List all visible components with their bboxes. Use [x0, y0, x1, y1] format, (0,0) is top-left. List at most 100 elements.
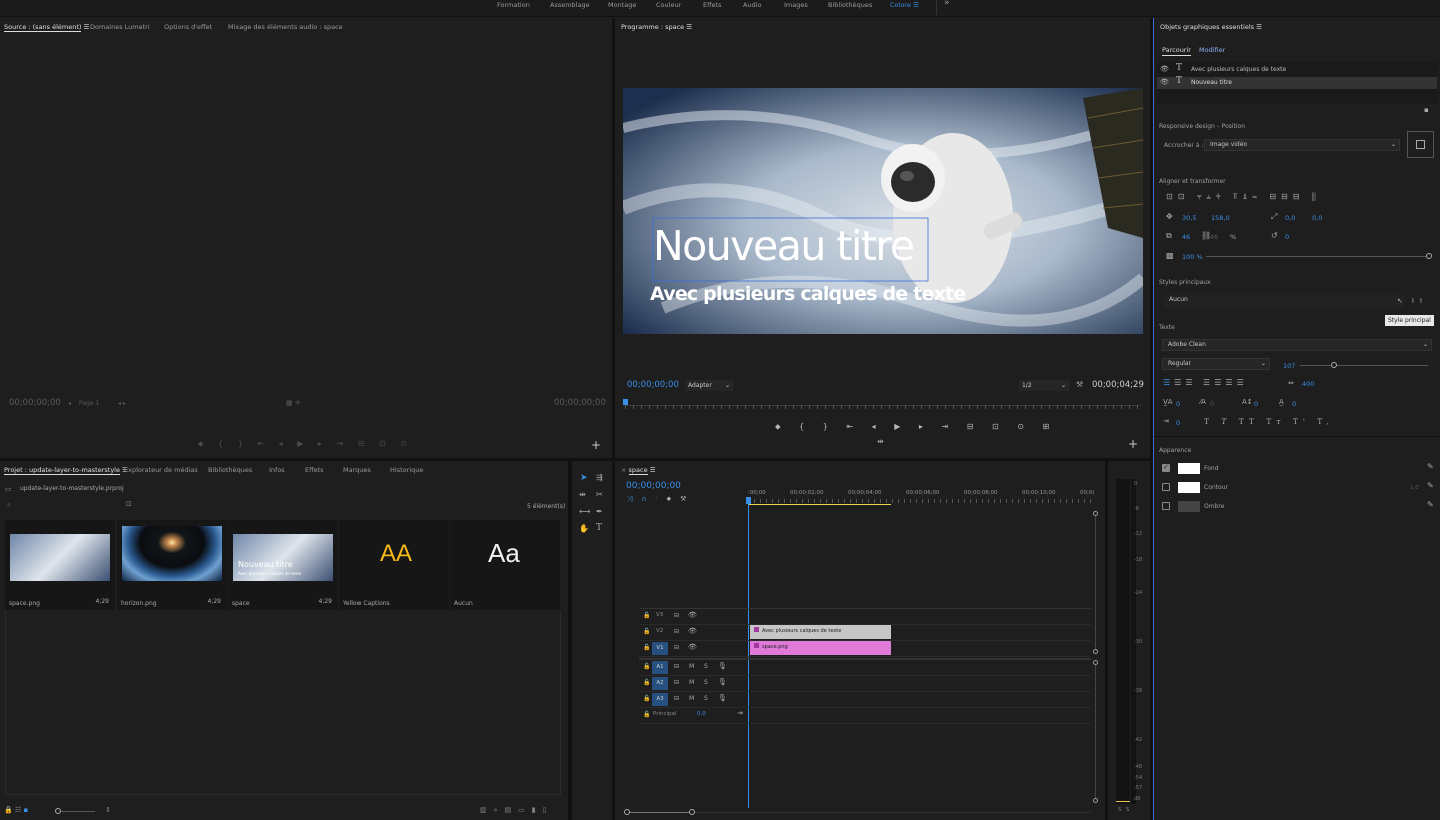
workspace-montage[interactable]: Montage — [608, 0, 636, 17]
source-add-button-icon[interactable]: + — [591, 438, 601, 452]
font-size-value[interactable]: 107 — [1283, 362, 1295, 370]
playhead-icon[interactable] — [623, 399, 628, 405]
font-size-slider[interactable] — [1300, 365, 1428, 366]
tab-source[interactable]: Source : (sans élément) ☰ — [4, 18, 89, 36]
tab-history[interactable]: Historique — [390, 461, 423, 479]
microphone-icon[interactable]: 🎙 — [718, 662, 727, 670]
text-style-buttons[interactable]: T T TT Tт T' T, — [1204, 417, 1334, 426]
lock-icon[interactable]: 🔓 — [643, 628, 650, 635]
workspace-bibliotheques[interactable]: Bibliothèques — [828, 0, 872, 17]
kerning-value[interactable]: 0 — [1176, 400, 1180, 408]
workspace-more-icon[interactable]: » — [944, 0, 950, 17]
eyedropper-icon[interactable]: ✎ — [1427, 481, 1434, 490]
sync-lock-icon[interactable]: ⊟ — [674, 679, 679, 686]
rotation-value[interactable]: 0 — [1285, 233, 1289, 241]
timeline-ruler[interactable]: :00;00 00;00;02;00 00;00;04;00 00;00;06;… — [748, 487, 1095, 507]
sync-lock-icon[interactable]: ⊟ — [674, 612, 679, 619]
sort-icon[interactable]: ⇕ — [105, 806, 111, 814]
wrench-icon[interactable]: ⚒ — [1076, 380, 1083, 389]
eye-icon[interactable]: 👁 — [688, 627, 697, 635]
go-to-end-icon[interactable]: ⇥ — [737, 709, 743, 717]
project-item-space-sequence[interactable]: Nouveau titre Avec plusieurs calques de … — [228, 520, 338, 610]
opacity-slider[interactable] — [1206, 256, 1428, 257]
position-y[interactable]: 158,0 — [1211, 214, 1230, 222]
scroll-handle[interactable] — [1093, 660, 1098, 665]
clip-space-png[interactable]: space.png — [750, 641, 891, 655]
timeline-timecode[interactable]: 00;00;00;00 — [626, 481, 681, 491]
lock-icon[interactable]: 🔓 — [643, 612, 650, 619]
track-master[interactable]: 🔓 Principal 0,0 ⇥ — [639, 708, 1091, 724]
source-grid-icon[interactable]: ▦ ✛ — [286, 399, 301, 407]
type-tool-icon[interactable]: T — [596, 523, 602, 533]
sync-lock-icon[interactable]: ⊟ — [674, 695, 679, 702]
workspace-assemblage[interactable]: Assemblage — [550, 0, 590, 17]
scale-value[interactable]: 46 — [1182, 233, 1190, 241]
work-area-bar[interactable] — [748, 504, 891, 505]
solo-left-button[interactable]: S — [1118, 807, 1121, 813]
tab-effects[interactable]: Effets — [305, 461, 324, 479]
mute-icon[interactable]: M — [689, 679, 694, 686]
hand-tool-icon[interactable]: ✋ — [579, 524, 589, 533]
track-a3[interactable]: 🔓 A3 ⊟ M S 🎙 — [639, 692, 1091, 708]
scroll-handle[interactable] — [1093, 511, 1098, 516]
new-layer-icon[interactable]: ▪ — [1424, 106, 1429, 114]
track-target-a3[interactable]: A3 — [652, 693, 668, 706]
eyedropper-icon[interactable]: ✎ — [1427, 462, 1434, 471]
mute-icon[interactable]: M — [689, 663, 694, 670]
sync-lock-icon[interactable]: ⊟ — [674, 663, 679, 670]
search-icon[interactable]: ⌕ — [7, 501, 11, 510]
stroke-width-value[interactable]: 1,0 — [1410, 485, 1419, 491]
pin-to-select[interactable]: Image vidéo ⌄ — [1204, 139, 1400, 151]
lock-icon[interactable]: 🔓 — [643, 679, 650, 686]
thumbnail-size-handle[interactable] — [55, 808, 61, 814]
eye-icon[interactable]: 👁 — [688, 643, 697, 651]
microphone-icon[interactable]: 🎙 — [718, 678, 727, 686]
workspace-colore[interactable]: Colore — [890, 0, 911, 17]
eyedropper-icon[interactable]: ✎ — [1427, 500, 1434, 509]
track-target-v1[interactable]: V1 — [652, 642, 668, 655]
timeline-toolbar[interactable]: ⤨∩⫶⬥⚒ — [627, 495, 695, 504]
video-subtitle-text[interactable]: Avec plusieurs calques de texte — [650, 283, 966, 305]
shadow-color-swatch[interactable] — [1178, 501, 1200, 512]
lock-icon[interactable]: 🔒 — [4, 806, 13, 814]
lock-icon[interactable]: 🔓 — [643, 644, 650, 651]
thumbnail-size-slider[interactable] — [57, 811, 95, 812]
bin-icon[interactable]: ⊡ — [126, 500, 132, 508]
program-scrubber[interactable] — [623, 399, 1141, 411]
layer-item[interactable]: 👁 T Avec plusieurs calques de texte — [1157, 63, 1437, 76]
project-item-aucun[interactable]: Aa Aucun — [450, 520, 560, 610]
fill-color-swatch[interactable] — [1178, 463, 1200, 474]
align-buttons[interactable]: ⊡⊡ ⫧⫨⫩ ⫪⫫⫬ ⊟⊟⊟ ⫼ — [1166, 192, 1321, 202]
project-item-space-png[interactable]: space.png 4;29 — [5, 520, 115, 610]
program-add-button-icon[interactable]: + — [1128, 437, 1138, 451]
solo-right-button[interactable]: S — [1126, 807, 1129, 813]
track-a2[interactable]: 🔓 A2 ⊟ M S 🎙 — [639, 676, 1091, 692]
workspace-couleur[interactable]: Couleur — [656, 0, 681, 17]
tsume-value[interactable]: 0 — [1292, 400, 1296, 408]
icon-view-icon[interactable]: ▪ — [23, 806, 28, 814]
leading-value[interactable]: 0 — [1210, 400, 1214, 408]
tab-width-value[interactable]: 0 — [1176, 419, 1180, 427]
tracking-value[interactable]: 400 — [1302, 380, 1314, 388]
scroll-handle[interactable] — [1093, 649, 1098, 654]
shadow-checkbox[interactable] — [1162, 502, 1170, 510]
track-v3[interactable]: 🔓 V3 ⊟ 👁 — [639, 609, 1091, 625]
close-icon[interactable]: × — [621, 466, 626, 474]
program-transport-controls[interactable]: ⬥ { } ⇤ ◂ ▶ ▸ ⇥ ⊟ ⊡ ⊙ ⊞ — [775, 422, 1057, 432]
track-select-tool-icon[interactable]: ⇶ — [596, 473, 603, 482]
selection-tool-icon[interactable]: ➤ — [580, 473, 588, 483]
lock-icon[interactable]: 🔓 — [643, 711, 650, 718]
tab-timeline-space[interactable]: × space ☰ — [621, 461, 656, 479]
horizontal-scrollbar[interactable] — [627, 812, 691, 813]
clip-title[interactable]: Avec plusieurs calques de texte — [750, 625, 891, 639]
tab-info[interactable]: Infos — [269, 461, 285, 479]
project-item-horizon-png[interactable]: horizon.png 4;29 — [117, 520, 227, 610]
pen-tool-icon[interactable]: ✒ — [596, 507, 603, 516]
tab-menu-icon[interactable]: ☰ — [650, 466, 656, 474]
slip-tool-icon[interactable]: ⟷ — [579, 507, 590, 516]
project-item-yellow-captions[interactable]: AA Yellow Captions — [339, 520, 449, 610]
workspace-formation[interactable]: Formation — [497, 0, 530, 17]
playhead-icon[interactable] — [746, 497, 751, 504]
video-scrollbar[interactable] — [1095, 513, 1096, 653]
lock-icon[interactable]: 🔓 — [643, 695, 650, 702]
